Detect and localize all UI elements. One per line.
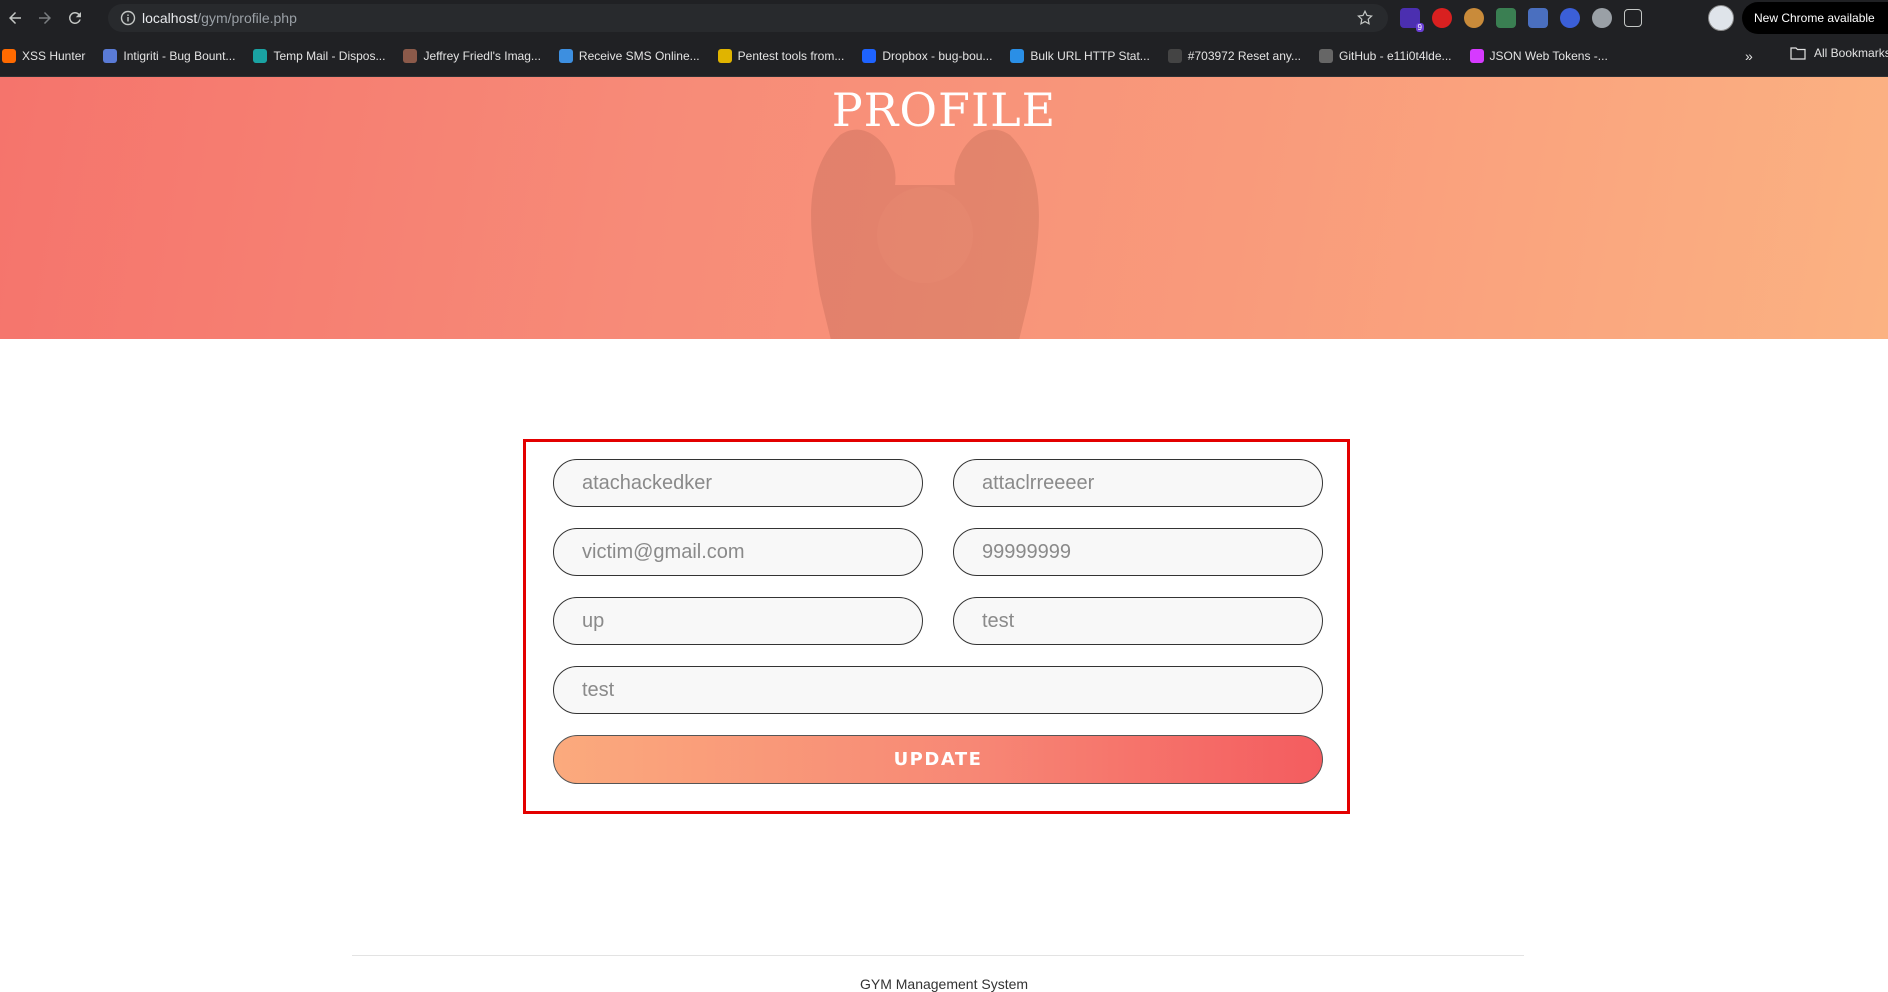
bookmark-item[interactable]: Bulk URL HTTP Stat... bbox=[1010, 49, 1150, 63]
chrome-update-label: New Chrome available bbox=[1754, 11, 1875, 25]
bookmark-item[interactable]: Receive SMS Online... bbox=[558, 49, 700, 63]
bookmark-label: Pentest tools from... bbox=[737, 49, 845, 63]
bookmark-label: Receive SMS Online... bbox=[578, 49, 700, 63]
chat-icon bbox=[558, 49, 573, 63]
bookmark-label: XSS Hunter bbox=[22, 49, 86, 63]
update-button[interactable]: UPDATE bbox=[553, 735, 1323, 784]
extension-badge: 9 bbox=[1415, 23, 1424, 32]
bookmark-label: Intigriti - Bug Bount... bbox=[123, 49, 236, 63]
hero-banner: PROFILE bbox=[0, 77, 1888, 339]
bookmark-item[interactable]: Temp Mail - Dispos... bbox=[253, 49, 385, 63]
extensions-puzzle-icon[interactable] bbox=[1624, 9, 1642, 27]
last-name-input[interactable] bbox=[953, 459, 1323, 507]
folder-icon bbox=[1790, 47, 1806, 60]
footer-divider bbox=[352, 955, 1524, 956]
site-info-icon[interactable] bbox=[114, 4, 142, 32]
extension-red-icon[interactable] bbox=[1432, 8, 1452, 28]
bookmark-label: Temp Mail - Dispos... bbox=[273, 49, 386, 63]
chrome-update-chip[interactable]: New Chrome available bbox=[1742, 2, 1888, 34]
bulk-url-icon bbox=[1010, 49, 1025, 63]
phone-input[interactable] bbox=[953, 528, 1323, 576]
forward-icon[interactable] bbox=[30, 3, 60, 33]
dropbox-icon bbox=[862, 49, 877, 63]
extensions-bar: 9 bbox=[1400, 6, 1642, 32]
bookmark-item[interactable]: #703972 Reset any... bbox=[1167, 49, 1301, 63]
first-name-input[interactable] bbox=[553, 459, 923, 507]
bookmark-item[interactable]: XSS Hunter bbox=[2, 49, 85, 63]
bookmark-star-icon[interactable] bbox=[1356, 9, 1374, 27]
extension-globe-icon[interactable] bbox=[1560, 8, 1580, 28]
extension-cookie-icon[interactable] bbox=[1464, 8, 1484, 28]
bookmark-label: Jeffrey Friedl's Imag... bbox=[423, 49, 541, 63]
bookmark-item[interactable]: Intigriti - Bug Bount... bbox=[103, 49, 235, 63]
footer-text: GYM Management System bbox=[859, 976, 1029, 992]
flame-icon bbox=[2, 49, 16, 63]
bookmark-label: Dropbox - bug-bou... bbox=[882, 49, 993, 63]
extension-purple-icon[interactable]: 9 bbox=[1400, 8, 1424, 32]
bookmark-label: #703972 Reset any... bbox=[1187, 49, 1301, 63]
tempmail-icon bbox=[253, 49, 268, 63]
athlete-silhouette-icon bbox=[811, 129, 1039, 339]
url-host: localhost bbox=[142, 10, 198, 26]
bookmarks-overflow-icon[interactable]: » bbox=[1745, 48, 1753, 64]
bookmark-label: Bulk URL HTTP Stat... bbox=[1030, 49, 1150, 63]
reload-icon[interactable] bbox=[60, 3, 90, 33]
hackerone-icon bbox=[1167, 49, 1182, 63]
back-icon[interactable] bbox=[0, 3, 30, 33]
bookmark-item[interactable]: Pentest tools from... bbox=[717, 49, 845, 63]
page-title: PROFILE bbox=[831, 83, 1057, 137]
bookmark-label: GitHub - e11i0t4lde... bbox=[1339, 49, 1452, 63]
bookmark-item[interactable]: GitHub - e11i0t4lde... bbox=[1319, 49, 1452, 63]
intigriti-icon bbox=[103, 49, 118, 63]
url-path: /gym/profile.php bbox=[197, 10, 297, 26]
profile-field-5-input[interactable] bbox=[553, 597, 923, 645]
github-icon bbox=[1319, 49, 1333, 63]
browser-toolbar: localhost/gym/profile.php 9 New Chrome a… bbox=[0, 0, 1888, 36]
bookmark-item[interactable]: JSON Web Tokens -... bbox=[1469, 49, 1608, 63]
bookmarks-bar: XSS Hunter Intigriti - Bug Bount... Temp M… bbox=[0, 36, 1888, 77]
all-bookmarks-button[interactable]: All Bookmarks bbox=[1790, 46, 1888, 60]
bookmark-item[interactable]: Dropbox - bug-bou... bbox=[862, 49, 992, 63]
extension-blue-icon[interactable] bbox=[1528, 8, 1548, 28]
jwt-icon bbox=[1469, 49, 1484, 63]
bookmark-item[interactable]: Jeffrey Friedl's Imag... bbox=[403, 49, 541, 63]
url-text: localhost/gym/profile.php bbox=[142, 10, 297, 26]
profile-field-7-input[interactable] bbox=[553, 666, 1323, 714]
pentest-icon bbox=[717, 49, 732, 63]
bookmark-label: JSON Web Tokens -... bbox=[1489, 49, 1608, 63]
extension-green-icon[interactable] bbox=[1496, 8, 1516, 28]
extension-gear-icon[interactable] bbox=[1592, 8, 1612, 28]
image-icon bbox=[403, 49, 418, 63]
address-bar[interactable]: localhost/gym/profile.php bbox=[108, 4, 1388, 32]
profile-field-6-input[interactable] bbox=[953, 597, 1323, 645]
email-input[interactable] bbox=[553, 528, 923, 576]
all-bookmarks-label: All Bookmarks bbox=[1814, 46, 1888, 60]
profile-avatar[interactable] bbox=[1708, 5, 1734, 31]
